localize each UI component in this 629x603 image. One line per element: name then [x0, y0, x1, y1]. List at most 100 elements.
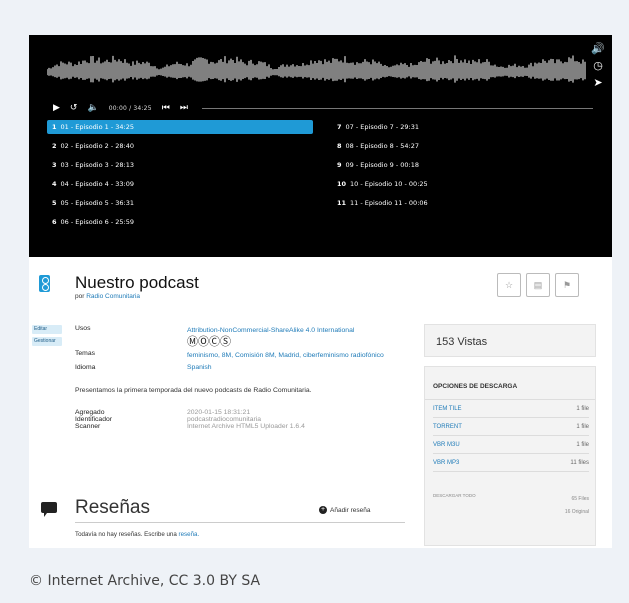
- share-button[interactable]: ▤: [526, 273, 550, 297]
- write-review-link[interactable]: reseña.: [179, 531, 200, 538]
- meta-row-usage: Usos Attribution-NonCommercial-ShareAlik…: [75, 325, 405, 336]
- download-format[interactable]: VBR M3U: [433, 442, 460, 448]
- item-actions: ☆ ▤ ⚑: [497, 273, 579, 297]
- playlist-track[interactable]: 10 10 - Episodio 10 - 00:25: [332, 177, 598, 191]
- download-count: 1 file: [576, 405, 589, 412]
- playlist-column-left: 1 01 - Episodio 1 - 34:25 2 02 - Episodio 2…: [47, 120, 313, 234]
- download-row[interactable]: VBR MP3 11 files: [433, 454, 589, 472]
- meta-row-added: Agregado 2020-01-15 18:31:21: [75, 409, 405, 416]
- manage-button[interactable]: Gestionar: [32, 337, 62, 346]
- track-number: 8: [337, 142, 342, 150]
- download-list: ITEM TILE 1 file TORRENT 1 file VBR M3U 1 fil…: [425, 400, 595, 472]
- page-title: Nuestro podcast: [75, 273, 199, 292]
- track-number: 11: [337, 199, 347, 207]
- track-label: 08 - Episodio 8 - 54:27: [345, 142, 420, 150]
- waveform[interactable]: [47, 43, 587, 99]
- track-number: 2: [52, 142, 57, 150]
- playlist-track[interactable]: 6 06 - Episodio 6 - 25:59: [47, 215, 313, 229]
- favorite-button[interactable]: ☆: [497, 273, 521, 297]
- total-original[interactable]: 16 Original: [565, 506, 589, 519]
- download-all-link[interactable]: DESCARGAR TODO: [433, 493, 476, 498]
- playlist-track[interactable]: 3 03 - Episodio 3 - 28:13: [47, 158, 313, 172]
- time-readout: 00:00 / 34:25: [108, 104, 152, 112]
- download-count: 11 files: [570, 459, 589, 466]
- volume-icon[interactable]: 🔊: [590, 41, 606, 58]
- author-link[interactable]: Radio Comunitaria: [86, 293, 140, 300]
- archive-item-page: 🔊 ◷ ➤ ▶ ↺ 🔈 00:00 / 34:25 ⏮ ⏭ 1 01 - Epis…: [29, 35, 612, 548]
- flag-button[interactable]: ⚑: [555, 273, 579, 297]
- track-number: 7: [337, 123, 342, 131]
- repeat-icon[interactable]: ↺: [70, 103, 78, 113]
- track-label: 05 - Episodio 5 - 36:31: [60, 199, 135, 207]
- download-format[interactable]: VBR MP3: [433, 460, 459, 466]
- item-description: Presentamos la primera temporada del nue…: [75, 387, 312, 394]
- track-label: 03 - Episodio 3 - 28:13: [60, 161, 135, 169]
- playlist-track[interactable]: 1 01 - Episodio 1 - 34:25: [47, 120, 313, 134]
- audio-player: 🔊 ◷ ➤ ▶ ↺ 🔈 00:00 / 34:25 ⏮ ⏭ 1 01 - Epis…: [29, 35, 612, 257]
- download-totals: 65 Files 16 Original: [565, 493, 589, 519]
- total-files[interactable]: 65 Files: [565, 493, 589, 506]
- meta-row-topics: Temas feminismo, 8M, Comisión 8M, Madrid…: [75, 350, 405, 361]
- meta-label: Usos: [75, 325, 91, 332]
- clock-icon[interactable]: ◷: [590, 58, 606, 75]
- play-icon[interactable]: ▶: [53, 103, 60, 113]
- download-row[interactable]: TORRENT 1 file: [433, 418, 589, 436]
- byline-prefix: por: [75, 293, 85, 300]
- edit-button[interactable]: Editar: [32, 325, 62, 334]
- download-count: 1 file: [576, 423, 589, 430]
- player-side-icons: 🔊 ◷ ➤: [590, 41, 606, 92]
- item-metadata: Usos Attribution-NonCommercial-ShareAlik…: [75, 325, 405, 430]
- no-reviews-text: Todavía no hay reseñas. Escribe una: [75, 531, 177, 538]
- meta-value: podcastradiocomunitaria: [187, 416, 262, 423]
- player-controls: ▶ ↺ 🔈 00:00 / 34:25 ⏮ ⏭: [53, 101, 593, 115]
- playlist-track[interactable]: 11 11 - Episodio 11 - 00:06: [332, 196, 598, 210]
- image-credit: © Internet Archive, CC 3.0 BY SA: [29, 573, 261, 589]
- track-label: 06 - Episodio 6 - 25:59: [60, 218, 135, 226]
- download-row[interactable]: VBR M3U 1 file: [433, 436, 589, 454]
- download-options: OPCIONES DE DESCARGA ITEM TILE 1 file TORR…: [424, 366, 596, 546]
- views-count: 153 Vistas: [424, 324, 596, 357]
- flag-icon: ⚑: [562, 279, 572, 290]
- no-reviews-message: Todavía no hay reseñas. Escribe una rese…: [75, 531, 199, 538]
- volume-control-icon[interactable]: 🔈: [87, 103, 98, 113]
- download-row[interactable]: ITEM TILE 1 file: [433, 400, 589, 418]
- next-track-icon[interactable]: ⏭: [180, 103, 188, 113]
- meta-value: Internet Archive HTML5 Uploader 1.6.4: [187, 423, 305, 430]
- topics-link[interactable]: feminismo, 8M, Comisión 8M, Madrid, cibe…: [187, 350, 384, 361]
- download-heading: OPCIONES DE DESCARGA: [425, 367, 595, 400]
- progress-track[interactable]: [201, 107, 593, 109]
- plus-icon: +: [319, 506, 327, 514]
- track-number: 3: [52, 161, 57, 169]
- download-count: 1 file: [576, 441, 589, 448]
- track-number: 10: [337, 180, 347, 188]
- download-format[interactable]: TORRENT: [433, 424, 462, 430]
- playlist-track[interactable]: 7 07 - Episodio 7 - 29:31: [332, 120, 598, 134]
- speed-icon[interactable]: ➤: [590, 75, 606, 92]
- playlist-track[interactable]: 8 08 - Episodio 8 - 54:27: [332, 139, 598, 153]
- playlist-track[interactable]: 2 02 - Episodio 2 - 28:40: [47, 139, 313, 153]
- byline: por Radio Comunitaria: [75, 293, 140, 300]
- meta-row-identifier: Identificador podcastradiocomunitaria: [75, 416, 405, 423]
- track-number: 6: [52, 218, 57, 226]
- playlist-track[interactable]: 4 04 - Episodio 4 - 33:09: [47, 177, 313, 191]
- meta-label: Idioma: [75, 364, 96, 371]
- divider: [75, 522, 405, 523]
- playlist-track[interactable]: 5 05 - Episodio 5 - 36:31: [47, 196, 313, 210]
- playlist-track[interactable]: 9 09 - Episodio 9 - 00:18: [332, 158, 598, 172]
- meta-value: 2020-01-15 18:31:21: [187, 409, 251, 416]
- add-review-button[interactable]: + Añadir reseña: [319, 506, 370, 514]
- track-label: 09 - Episodio 9 - 00:18: [345, 161, 420, 169]
- track-label: 10 - Episodio 10 - 00:25: [350, 180, 428, 188]
- language-link[interactable]: Spanish: [187, 364, 212, 371]
- add-review-label: Añadir reseña: [330, 506, 371, 514]
- track-label: 04 - Episodio 4 - 33:09: [60, 180, 135, 188]
- track-number: 1: [52, 123, 57, 131]
- star-icon: ☆: [504, 279, 514, 290]
- reviews-heading: Reseñas: [75, 497, 150, 518]
- download-format[interactable]: ITEM TILE: [433, 406, 462, 412]
- audio-item-icon: [39, 275, 50, 292]
- track-number: 9: [337, 161, 342, 169]
- previous-track-icon[interactable]: ⏮: [162, 103, 170, 113]
- cc-license-badges: ⓂⓄⒸⓈ: [187, 336, 231, 348]
- license-link[interactable]: Attribution-NonCommercial-ShareAlike 4.0…: [187, 325, 354, 336]
